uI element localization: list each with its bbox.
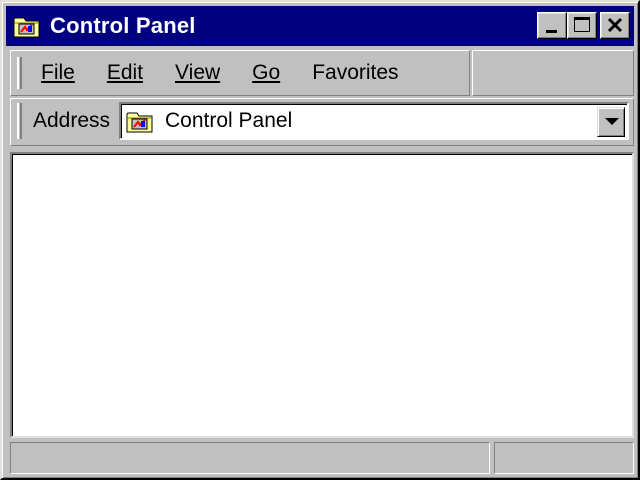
address-value: Control Panel <box>165 109 293 132</box>
toolbar-band-empty <box>472 50 634 96</box>
address-dropdown-button[interactable] <box>597 107 625 137</box>
menu-edit-label: Edit <box>106 61 144 84</box>
menu-view-label: View <box>175 61 221 84</box>
control-panel-folder-icon <box>13 17 40 38</box>
minimize-icon <box>546 30 557 33</box>
menu-file[interactable]: File <box>41 61 75 85</box>
status-bar-left <box>10 442 490 474</box>
chevron-down-icon <box>605 118 619 125</box>
close-icon <box>607 17 623 33</box>
menu-go[interactable]: Go <box>252 61 280 85</box>
maximize-icon <box>574 17 590 32</box>
address-bar: Address Control Panel <box>10 98 634 146</box>
status-bar-right <box>494 442 634 474</box>
maximize-button[interactable] <box>567 12 597 39</box>
menu-edit[interactable]: Edit <box>107 61 143 85</box>
control-panel-folder-icon <box>126 112 153 133</box>
menu-go-label: Go <box>252 61 281 84</box>
menu-bar: File Edit View Go Favorites <box>10 50 470 96</box>
address-bar-grip[interactable] <box>17 103 22 139</box>
menu-favorites[interactable]: Favorites <box>312 61 398 85</box>
menu-file-label: File <box>41 61 75 84</box>
explorer-window: Control Panel File Edit View Go Favorite… <box>0 0 640 480</box>
address-combobox[interactable]: Control Panel <box>119 102 629 140</box>
address-label: Address <box>33 109 111 132</box>
minimize-button[interactable] <box>537 12 567 39</box>
window-title: Control Panel <box>50 13 196 38</box>
close-button[interactable] <box>600 12 630 39</box>
content-pane[interactable] <box>10 152 634 438</box>
title-bar[interactable]: Control Panel <box>6 6 634 46</box>
menu-bar-grip[interactable] <box>17 57 22 89</box>
menu-view[interactable]: View <box>175 61 220 85</box>
